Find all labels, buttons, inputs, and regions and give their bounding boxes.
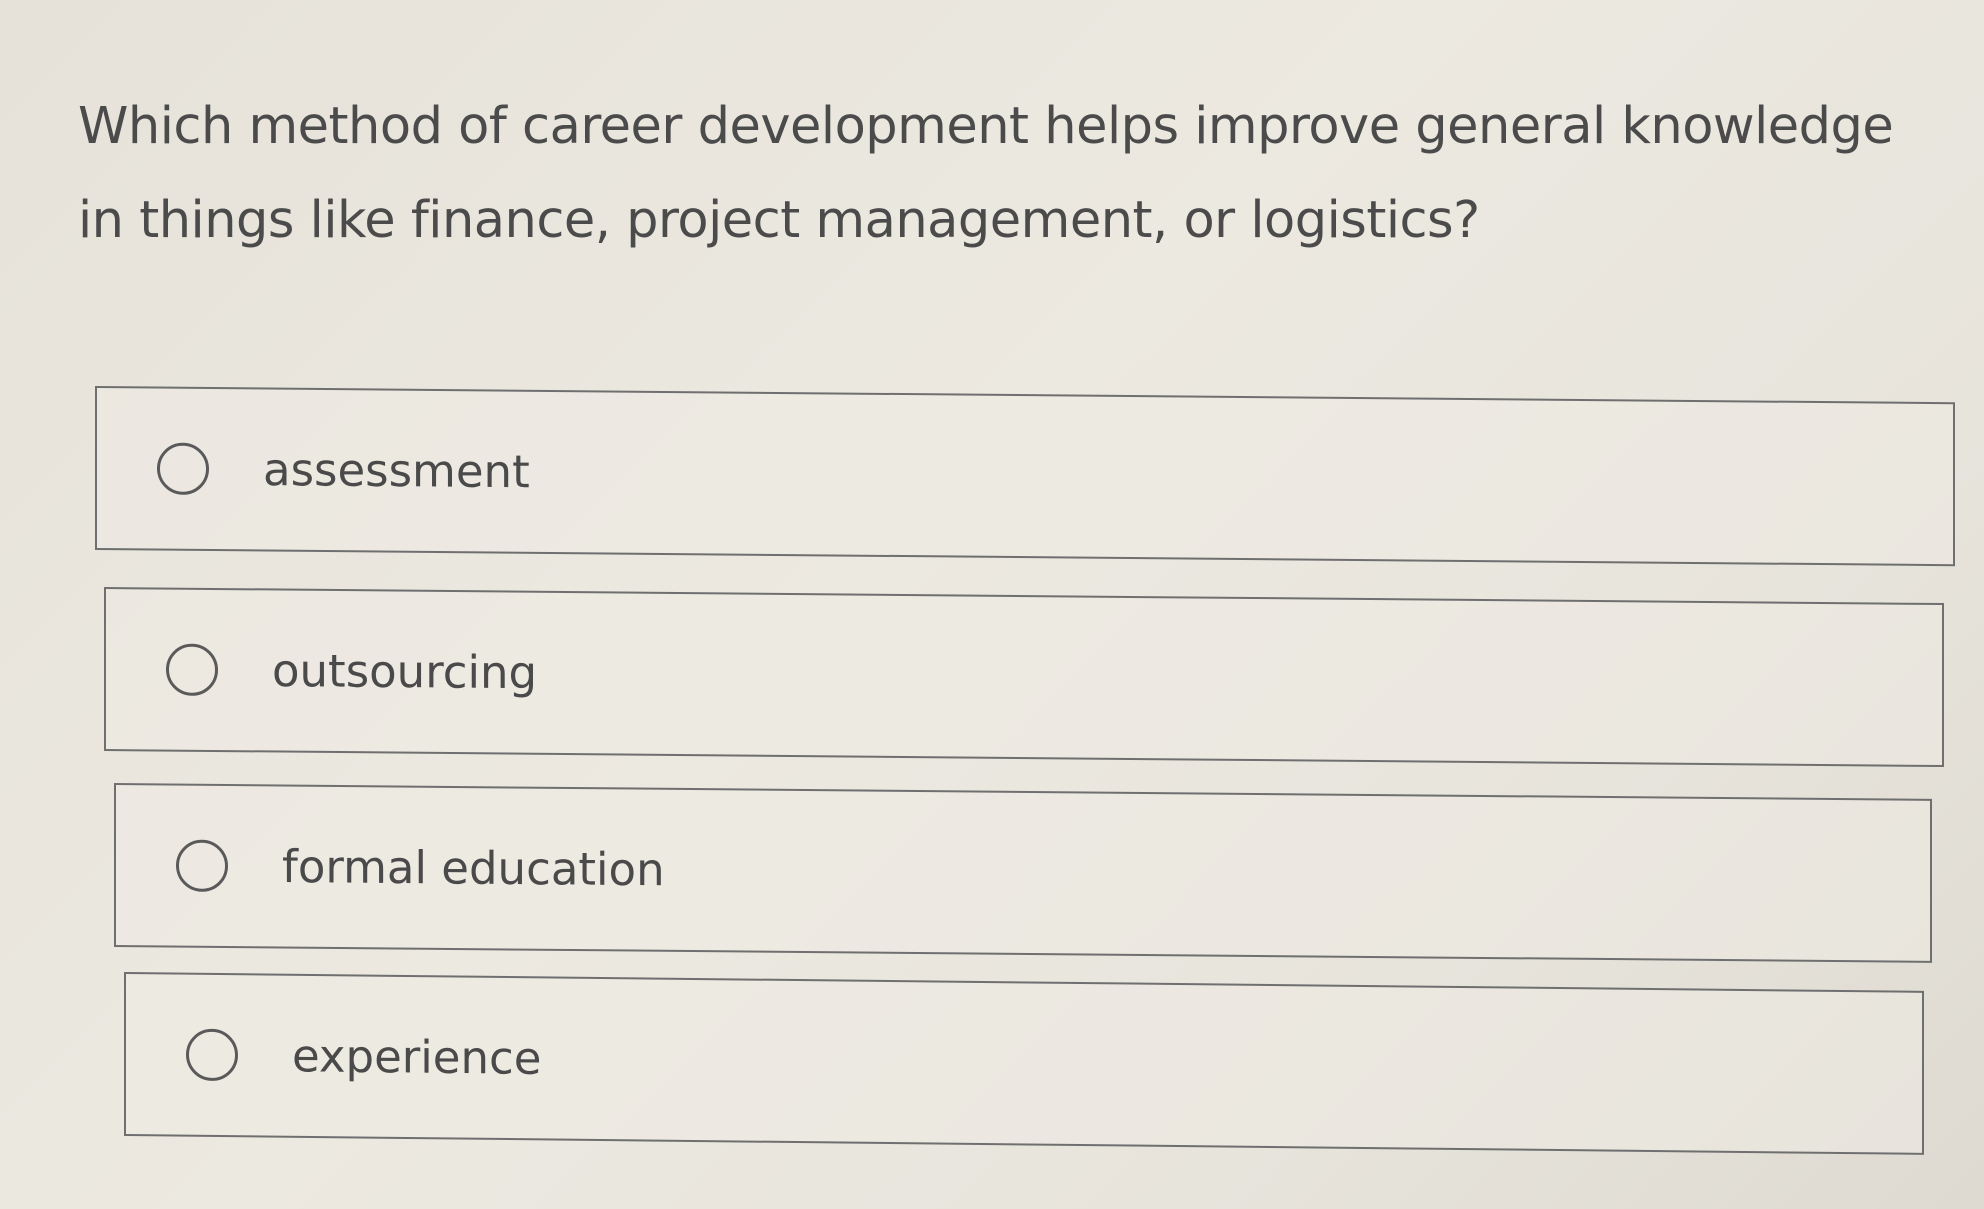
radio-button-icon[interactable] — [166, 643, 218, 696]
question-text: Which method of career development helps… — [78, 97, 1894, 250]
answer-option-label: outsourcing — [272, 643, 538, 700]
answer-option-label: experience — [292, 1029, 542, 1085]
radio-button-icon[interactable] — [157, 442, 209, 495]
quiz-question-card: Which method of career development helps… — [0, 0, 1984, 1209]
answer-option-label: formal education — [282, 839, 665, 897]
answer-option-outsourcing[interactable]: outsourcing — [104, 587, 1944, 768]
answer-option-formal-education[interactable]: formal education — [114, 783, 1932, 963]
answer-option-assessment[interactable]: assessment — [95, 386, 1955, 567]
radio-button-icon[interactable] — [176, 839, 228, 892]
answer-option-label: assessment — [263, 442, 530, 499]
answer-option-experience[interactable]: experience — [124, 972, 1924, 1155]
radio-button-icon[interactable] — [186, 1028, 238, 1082]
